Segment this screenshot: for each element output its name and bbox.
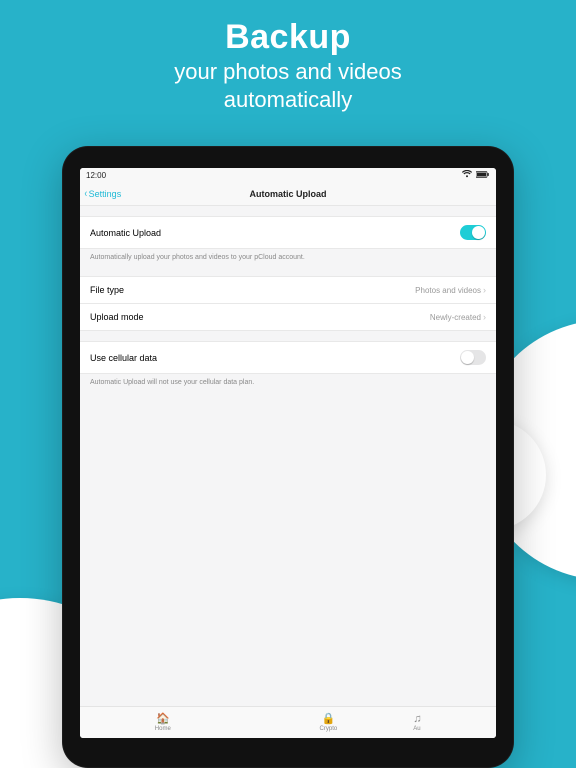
headline-title: Backup (0, 18, 576, 57)
wifi-icon (462, 170, 472, 180)
status-time: 12:00 (86, 171, 106, 180)
row-label: File type (90, 285, 124, 295)
tab-audio[interactable]: ♫ Au (411, 707, 496, 738)
group-footer: Automatically upload your photos and vid… (80, 249, 496, 266)
tab-crypto[interactable]: 🔒 Crypto (246, 707, 412, 738)
tab-label: Home (155, 726, 171, 732)
chevron-right-icon: › (483, 285, 486, 295)
lock-icon: 🔒 (322, 714, 336, 725)
row-label: Upload mode (90, 312, 144, 322)
row-upload-mode[interactable]: Upload mode Newly-created › (80, 304, 496, 331)
toggle-cellular[interactable] (460, 350, 486, 365)
row-value: Newly-created (430, 313, 481, 322)
tab-label: Crypto (320, 726, 338, 732)
music-icon: ♫ (413, 714, 421, 725)
page-title: Automatic Upload (249, 189, 326, 199)
ipad-screen: 12:00 ‹ Settings Automatic Upload (80, 168, 496, 738)
row-automatic-upload[interactable]: Automatic Upload (80, 216, 496, 249)
headline-sub2: automatically (0, 87, 576, 113)
marketing-headline: Backup your photos and videos automatica… (0, 18, 576, 114)
back-label: Settings (89, 189, 122, 199)
back-button[interactable]: ‹ Settings (84, 182, 121, 205)
group-footer: Automatic Upload will not use your cellu… (80, 374, 496, 391)
tab-bar: 🏠 Home 🔒 Crypto ♫ Au (80, 706, 496, 738)
chevron-right-icon: › (483, 312, 486, 322)
home-icon: 🏠 (156, 714, 170, 725)
headline-sub1: your photos and videos (0, 59, 576, 85)
battery-icon (476, 171, 490, 180)
tab-home[interactable]: 🏠 Home (80, 707, 246, 738)
app-store-screenshot: Backup your photos and videos automatica… (0, 0, 576, 768)
row-cellular[interactable]: Use cellular data (80, 341, 496, 374)
group-automatic-upload: Automatic Upload Automatically upload yo… (80, 216, 496, 266)
group-cellular: Use cellular data Automatic Upload will … (80, 341, 496, 391)
row-label: Use cellular data (90, 353, 157, 363)
ipad-device-frame: 12:00 ‹ Settings Automatic Upload (62, 146, 514, 768)
row-label: Automatic Upload (90, 228, 161, 238)
row-value: Photos and videos (415, 286, 481, 295)
nav-bar: ‹ Settings Automatic Upload (80, 182, 496, 206)
group-options: File type Photos and videos › Upload mod… (80, 276, 496, 331)
tab-label: Au (413, 726, 420, 732)
toggle-automatic-upload[interactable] (460, 225, 486, 240)
chevron-left-icon: ‹ (85, 188, 88, 200)
status-bar: 12:00 (80, 168, 496, 182)
row-file-type[interactable]: File type Photos and videos › (80, 276, 496, 304)
